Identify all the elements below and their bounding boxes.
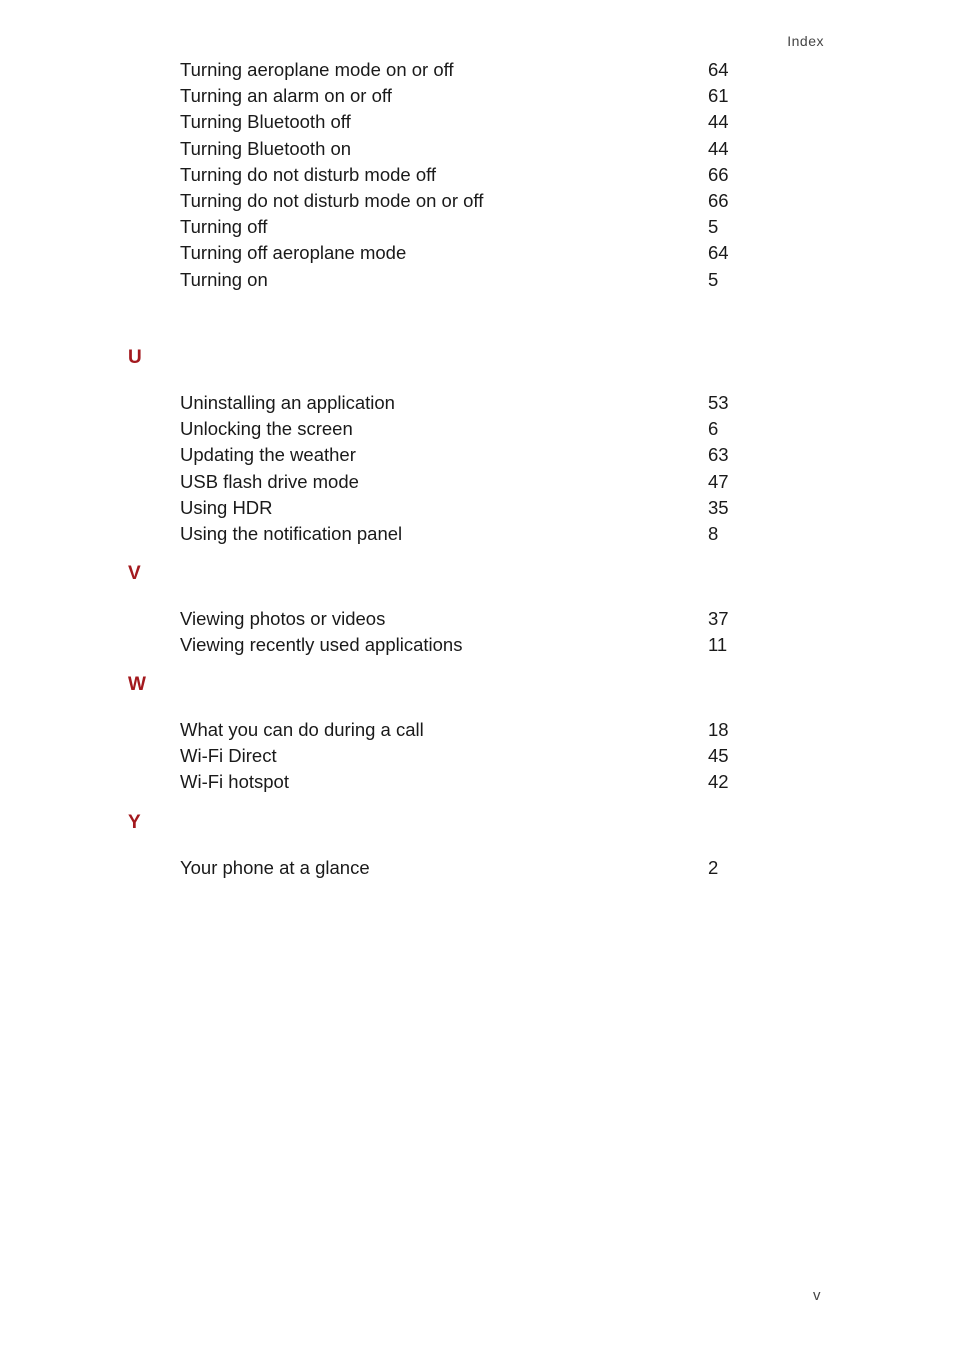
entry-term: Turning do not disturb mode on or off [180, 190, 484, 211]
entry-term: Turning Bluetooth on [180, 137, 352, 159]
entry-term: Using the notification panel [180, 523, 403, 544]
index-entry: Using HDR 35 [0, 495, 954, 521]
index-entry: Uninstalling an application 53 [0, 390, 954, 416]
entry-term: Turning off aeroplane mode [180, 242, 407, 264]
entry-page-number: 47 [708, 470, 729, 492]
index-entry: Turning off 5 [0, 214, 954, 240]
entry-term: Turning on [180, 268, 268, 290]
entry-term: What you can do during a call [180, 719, 424, 740]
index-entry: Wi-Fi Direct 45 [0, 743, 954, 769]
entry-page-number: 6 [708, 418, 719, 440]
entry-page-number: 61 [708, 85, 729, 107]
index-entry: USB flash drive mode 47 [0, 469, 954, 495]
section-letter: W [128, 674, 146, 695]
entry-term: Viewing photos or videos [180, 608, 386, 629]
entry-term: Turning Bluetooth off [180, 111, 351, 133]
index-entry: Turning Bluetooth off 44 [0, 109, 954, 135]
entry-page-number: 64 [708, 59, 729, 80]
entry-term: Turning aeroplane mode on or off [180, 59, 454, 80]
index-entry: Turning off aeroplane mode 64 [0, 240, 954, 266]
index-entry: Viewing photos or videos 37 [0, 606, 954, 632]
section-letter: Y [128, 812, 141, 833]
entry-page-number: 44 [708, 111, 729, 133]
entry-page-number: 63 [708, 444, 729, 466]
entry-term: Turning off [180, 216, 268, 238]
index-entry: Wi-Fi hotspot 42 [0, 769, 954, 795]
entry-term: USB flash drive mode [180, 470, 359, 492]
index-entry: Turning do not disturb mode on or off 66 [0, 188, 954, 214]
entry-term: Viewing recently used applications [180, 634, 463, 656]
entry-page-number: 18 [708, 719, 729, 740]
section-letter: U [128, 347, 142, 368]
entry-term: Updating the weather [180, 444, 356, 466]
entry-term: Wi-Fi hotspot [180, 771, 289, 793]
index-entry: Viewing recently used applications 11 [0, 632, 954, 658]
entry-page-number: 42 [708, 771, 729, 793]
entry-page-number: 5 [708, 268, 719, 290]
index-entry: Updating the weather 63 [0, 442, 954, 468]
entry-page-number: 44 [708, 137, 729, 159]
index-entry: Turning do not disturb mode off 66 [0, 162, 954, 188]
entry-page-number: 64 [708, 242, 729, 264]
running-header: Index [787, 33, 824, 49]
entry-term: Unlocking the screen [180, 418, 353, 440]
entry-page-number: 11 [708, 634, 728, 656]
index-entry: Turning on 5 [0, 267, 954, 293]
entry-term: Using HDR [180, 496, 273, 518]
entry-page-number: 8 [708, 523, 719, 544]
entry-term: Turning an alarm on or off [180, 85, 392, 107]
entry-page-number: 53 [708, 392, 729, 413]
entry-page-number: 66 [708, 190, 729, 211]
index-entry: Your phone at a glance 2 [0, 855, 954, 881]
index-entry: Turning Bluetooth on 44 [0, 136, 954, 162]
entry-page-number: 66 [708, 163, 729, 185]
index-entry: Using the notification panel 8 [0, 521, 954, 547]
index-entry: What you can do during a call 18 [0, 717, 954, 743]
section-letter: V [128, 563, 141, 584]
entry-term: Wi-Fi Direct [180, 745, 277, 767]
entry-page-number: 2 [708, 857, 719, 878]
index-entry: Unlocking the screen 6 [0, 416, 954, 442]
page-number: v [813, 1287, 821, 1304]
entry-page-number: 5 [708, 216, 719, 238]
entry-page-number: 37 [708, 608, 729, 629]
entry-term: Turning do not disturb mode off [180, 163, 437, 185]
entry-page-number: 35 [708, 496, 729, 518]
index-entry: Turning an alarm on or off 61 [0, 83, 954, 109]
entry-term: Uninstalling an application [180, 392, 395, 413]
entry-term: Your phone at a glance [180, 857, 370, 878]
entry-page-number: 45 [708, 745, 729, 767]
index-entry: Turning aeroplane mode on or off 64 [0, 57, 954, 83]
